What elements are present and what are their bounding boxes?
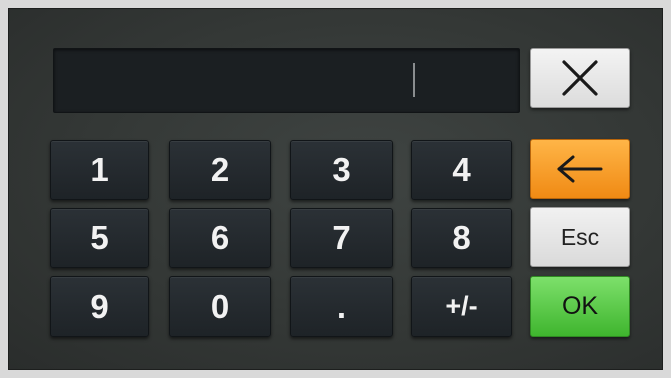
arrow-left-icon [557,155,603,183]
keypad-screen: 1 2 3 4 5 6 7 8 9 0 . +/- Esc OK [8,8,663,370]
key-decimal-point[interactable]: . [290,276,393,337]
key-plus-minus[interactable]: +/- [411,276,512,337]
ok-button[interactable]: OK [530,276,630,337]
close-icon [562,60,598,96]
key-4[interactable]: 4 [411,140,512,200]
key-0[interactable]: 0 [169,276,271,337]
clear-button[interactable] [530,48,630,108]
backspace-button[interactable] [530,139,630,199]
escape-button[interactable]: Esc [530,207,630,267]
key-6[interactable]: 6 [169,208,271,268]
key-5[interactable]: 5 [50,208,149,268]
key-3[interactable]: 3 [290,140,393,200]
input-display[interactable] [53,48,520,113]
key-7[interactable]: 7 [290,208,393,268]
key-9[interactable]: 9 [50,276,149,337]
text-cursor [413,63,415,97]
key-8[interactable]: 8 [411,208,512,268]
key-1[interactable]: 1 [50,140,149,200]
key-2[interactable]: 2 [169,140,271,200]
